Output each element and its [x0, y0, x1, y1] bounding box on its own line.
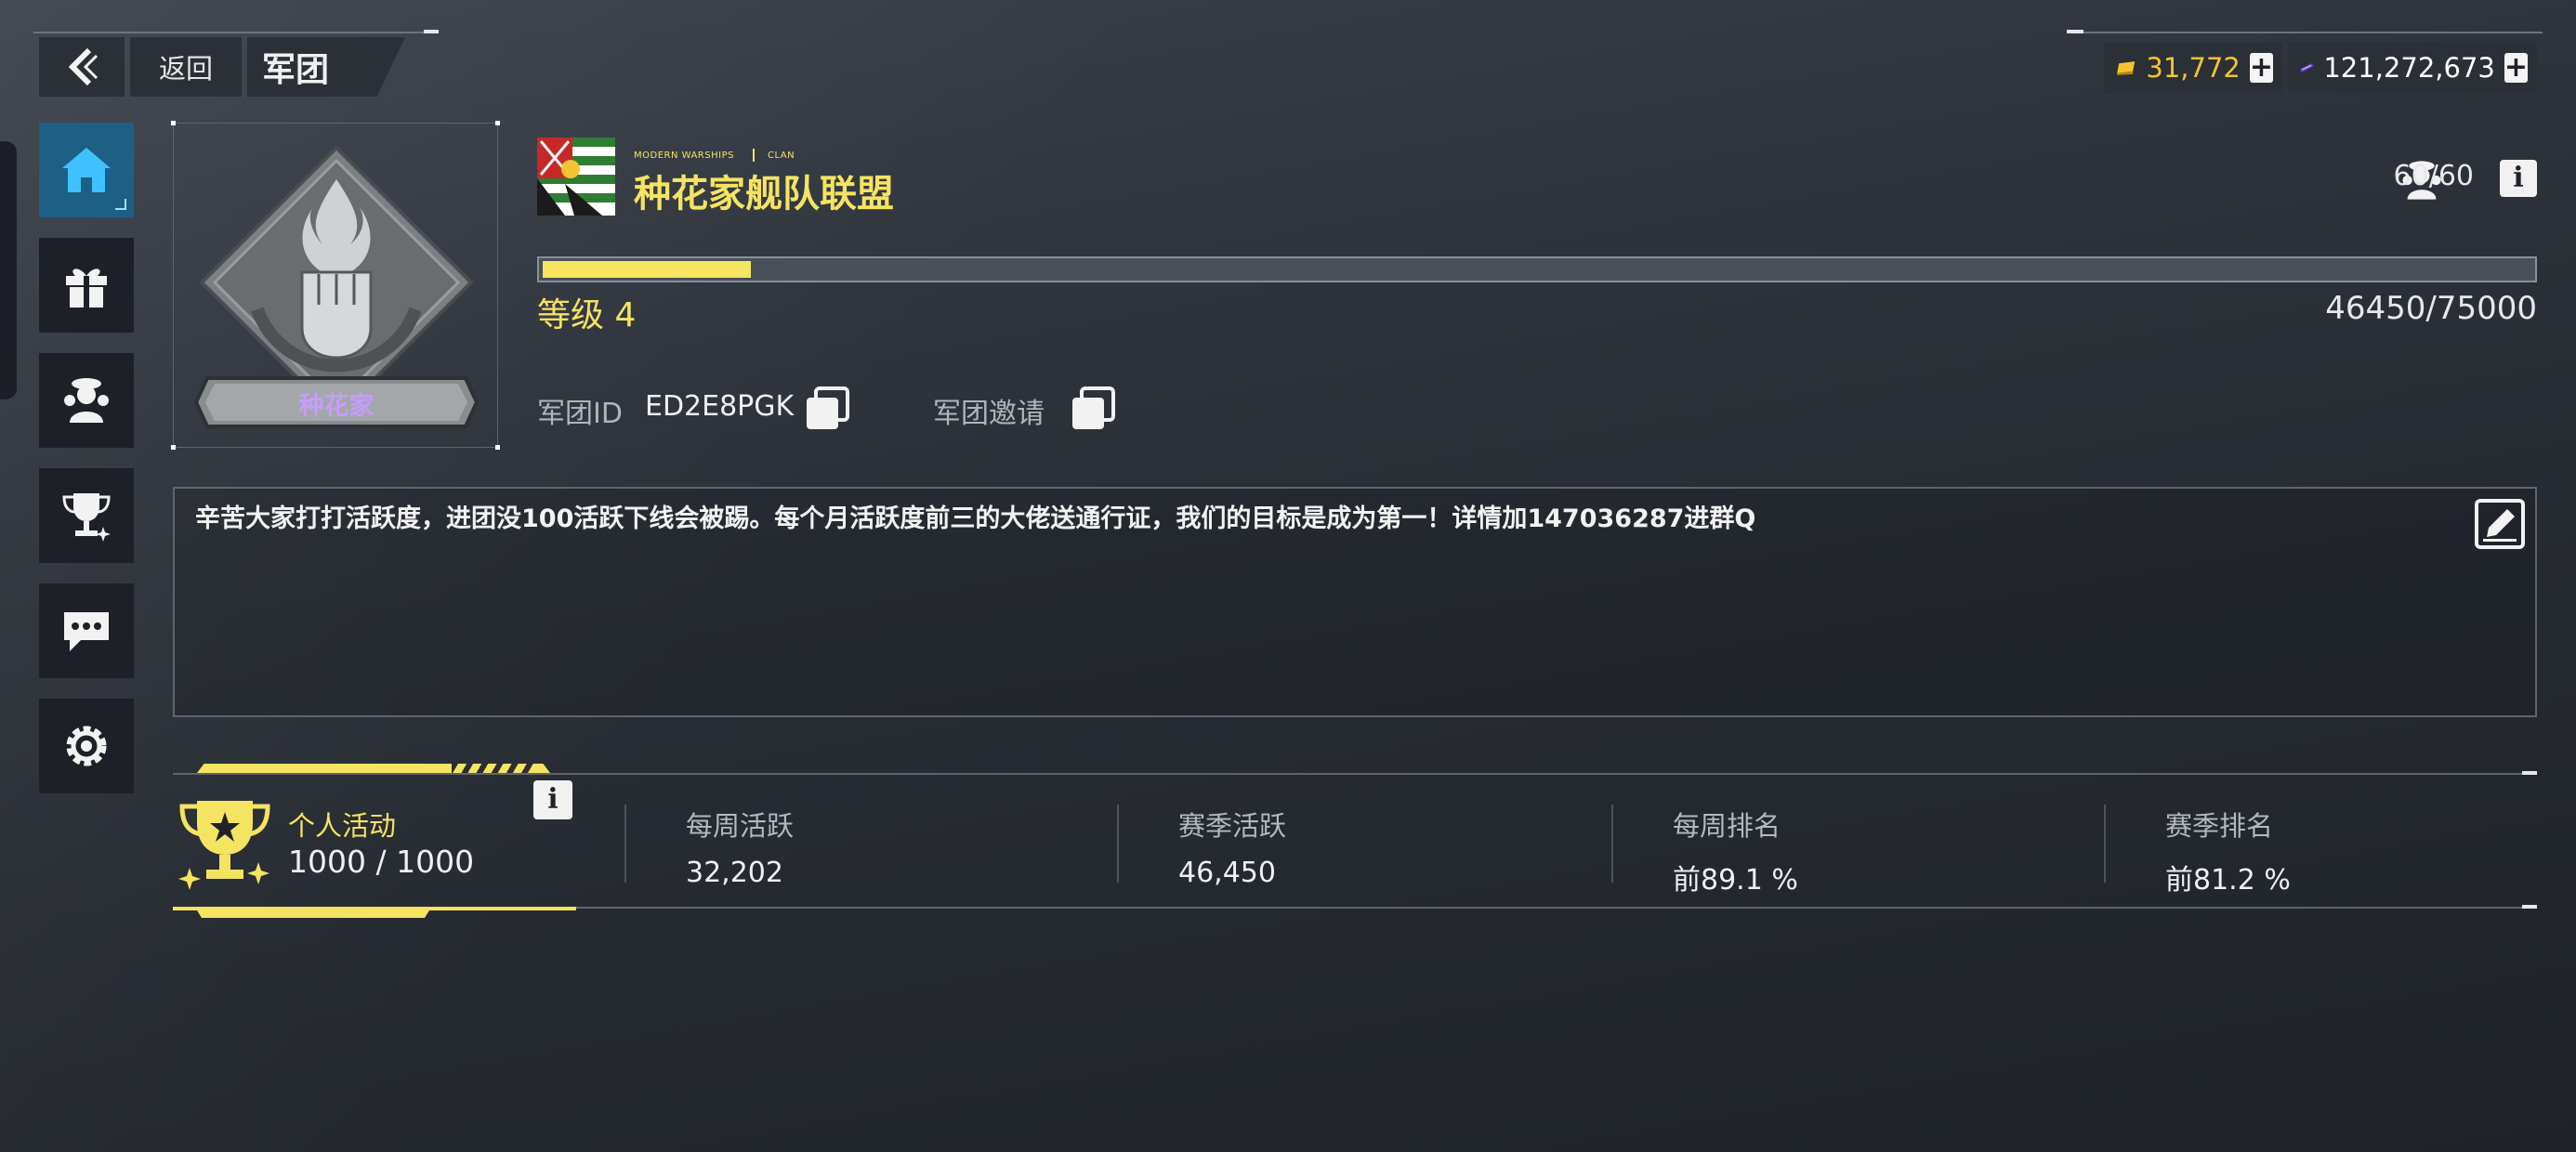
card-bottom-accent	[197, 910, 429, 918]
members-icon	[64, 378, 109, 423]
clan-emblem[interactable]: 种花家	[171, 121, 500, 450]
stat-value: 32,202	[686, 857, 783, 889]
stat-value: 前81.2 %	[2165, 864, 2291, 897]
stats-tick	[2522, 905, 2537, 909]
stats-divider	[1117, 805, 1119, 883]
add-gold-button[interactable]: +	[2249, 53, 2273, 83]
active-corner-mark	[115, 199, 126, 210]
top-divider-left	[33, 32, 433, 33]
stats-divider	[1611, 805, 1613, 883]
top-divider-right	[2074, 32, 2543, 33]
clan-flag-icon	[537, 137, 615, 216]
sidebar-item-achievements[interactable]	[39, 468, 134, 563]
clan-id-label: 军团ID	[537, 398, 623, 430]
clan-id-value: ED2E8PGK	[645, 390, 795, 423]
weekly-rank-stat: 每周排名 前89.1 %	[1673, 805, 1798, 897]
season-activity-stat: 赛季活跃 46,450	[1178, 805, 1286, 889]
card-top-stripes	[452, 764, 535, 773]
gold-bar-icon	[2117, 61, 2136, 75]
gold-currency: 31,772 +	[2104, 43, 2282, 93]
sidebar-item-home[interactable]	[39, 123, 134, 217]
personal-activity-card: 个人活动 1000 / 1000 i	[173, 764, 576, 918]
chat-icon	[64, 612, 109, 651]
personal-activity-value: 1000 / 1000	[288, 844, 475, 880]
copy-id-icon[interactable]	[803, 385, 851, 433]
clan-xp-value: 46450/75000	[2325, 290, 2537, 327]
sidebar-item-gifts[interactable]	[39, 238, 134, 333]
clan-description-box: 辛苦大家打打活跃度，进团没100活跃下线会被踢。每个月活跃度前三的大佬送通行证，…	[173, 487, 2537, 717]
dollar-currency: 121,272,673 +	[2288, 43, 2537, 93]
home-icon	[62, 148, 111, 192]
clan-description: 辛苦大家打打活跃度，进团没100活跃下线会被踢。每个月活跃度前三的大佬送通行证，…	[195, 504, 1756, 533]
clan-xp-bar	[537, 256, 2537, 282]
clan-level: 等级 4	[537, 296, 637, 334]
sidebar-item-members[interactable]	[39, 353, 134, 448]
edit-description-icon[interactable]	[2474, 498, 2526, 550]
trophy-icon	[178, 801, 270, 890]
game-tag: MODERN WARSHIPS	[634, 151, 734, 161]
personal-activity-info-icon[interactable]: i	[533, 780, 572, 819]
member-count: 60/60	[2393, 160, 2474, 192]
gold-amount: 31,772	[2146, 52, 2241, 84]
clan-name: 种花家舰队联盟	[634, 173, 894, 216]
stats-divider	[624, 805, 626, 883]
stat-value: 前89.1 %	[1673, 864, 1798, 897]
stat-value: 46,450	[1178, 857, 1276, 889]
stat-label: 赛季活跃	[1178, 810, 1287, 842]
personal-activity-label: 个人活动	[288, 810, 397, 842]
stat-label: 赛季排名	[2165, 810, 2274, 842]
frame-corner	[171, 445, 176, 450]
weekly-activity-stat: 每周活跃 32,202	[686, 805, 794, 889]
stats-tick	[2522, 771, 2537, 775]
stat-label: 每周排名	[1673, 810, 1781, 842]
purple-ticket-icon	[2299, 63, 2314, 72]
stats-divider	[2104, 805, 2106, 883]
top-divider-tick-right	[2067, 30, 2083, 33]
tag-divider	[753, 149, 755, 162]
emblem-badge-name: 种花家	[298, 392, 375, 421]
copy-invite-icon[interactable]	[1069, 385, 1117, 433]
frame-corner	[495, 121, 500, 125]
dollar-amount: 121,272,673	[2323, 52, 2495, 84]
top-divider-tick	[424, 30, 439, 33]
clan-xp-fill	[543, 261, 751, 278]
frame-corner	[171, 121, 176, 125]
season-rank-stat: 赛季排名 前81.2 %	[2165, 805, 2291, 897]
clan-tag: CLAN	[768, 151, 795, 161]
page-title: 军团	[247, 37, 405, 97]
add-dollars-button[interactable]: +	[2504, 53, 2528, 83]
sidebar-item-settings[interactable]	[39, 699, 134, 793]
back-button[interactable]	[39, 37, 125, 97]
back-arrow-icon	[68, 47, 99, 86]
emblem-name-plate: 种花家	[194, 376, 479, 428]
stat-label: 每周活跃	[686, 810, 795, 842]
card-bottom-line	[173, 907, 576, 910]
gift-icon	[66, 268, 107, 308]
settings-icon	[66, 726, 107, 766]
sidebar-item-chat[interactable]	[39, 583, 134, 678]
clan-info-icon[interactable]: i	[2500, 160, 2537, 197]
frame-corner	[495, 445, 500, 450]
trophy-icon	[62, 493, 111, 542]
clan-invite-label: 军团邀请	[933, 398, 1045, 430]
back-label-button[interactable]: 返回	[130, 37, 242, 97]
side-drawer-handle[interactable]	[0, 141, 17, 399]
